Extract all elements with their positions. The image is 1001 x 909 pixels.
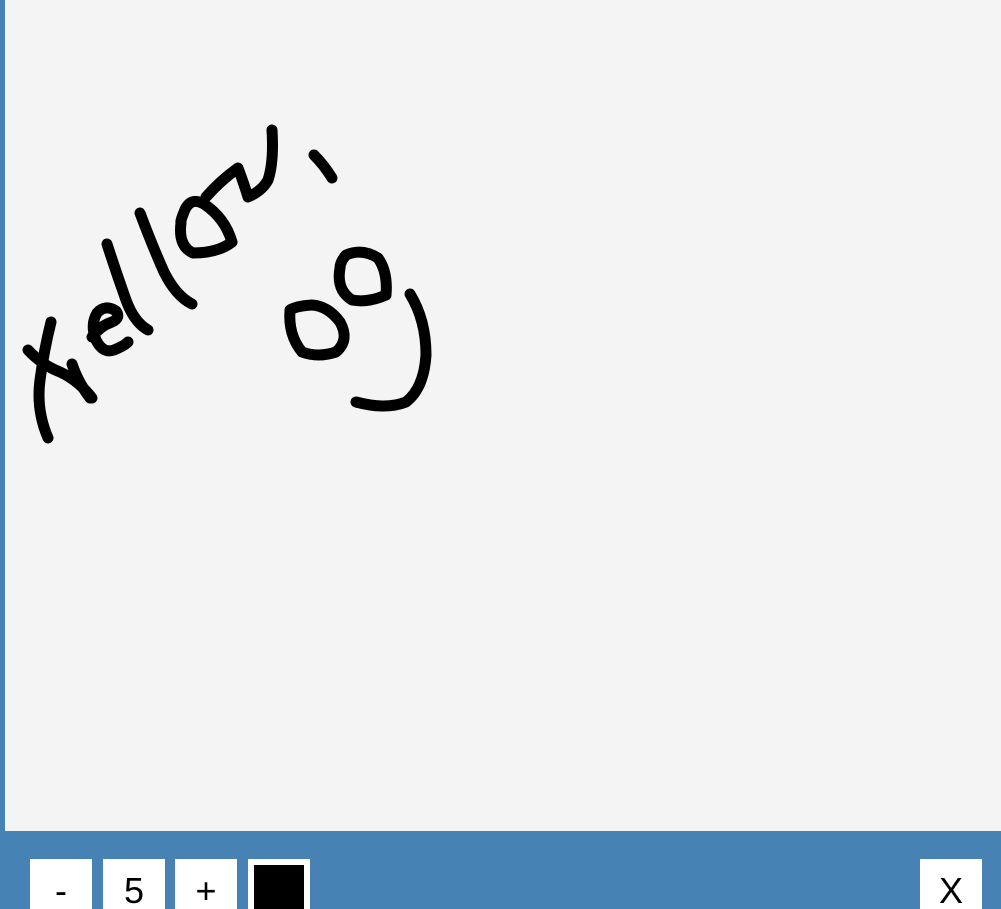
canvas-drawing — [22, 124, 432, 444]
stroke-h-left — [33, 316, 57, 444]
stroke-e — [86, 302, 134, 357]
increase-size-button[interactable]: + — [175, 859, 237, 909]
toolbar: - 5 + X — [5, 831, 1001, 909]
stroke-right-eye — [333, 246, 392, 307]
close-button[interactable]: X — [920, 859, 982, 909]
stroke-smile — [350, 288, 432, 412]
stroke-w — [200, 124, 278, 203]
stroke-comma — [308, 149, 338, 184]
brush-color-swatch — [254, 865, 304, 909]
stroke-h-right — [66, 358, 96, 404]
drawing-app: - 5 + X — [0, 0, 1001, 909]
drawing-canvas[interactable] — [5, 0, 1001, 831]
brush-size-display: 5 — [103, 859, 165, 909]
stroke-left-eye — [284, 299, 350, 361]
stroke-o — [175, 195, 238, 259]
decrease-size-button[interactable]: - — [30, 859, 92, 909]
color-picker-button[interactable] — [248, 859, 310, 909]
